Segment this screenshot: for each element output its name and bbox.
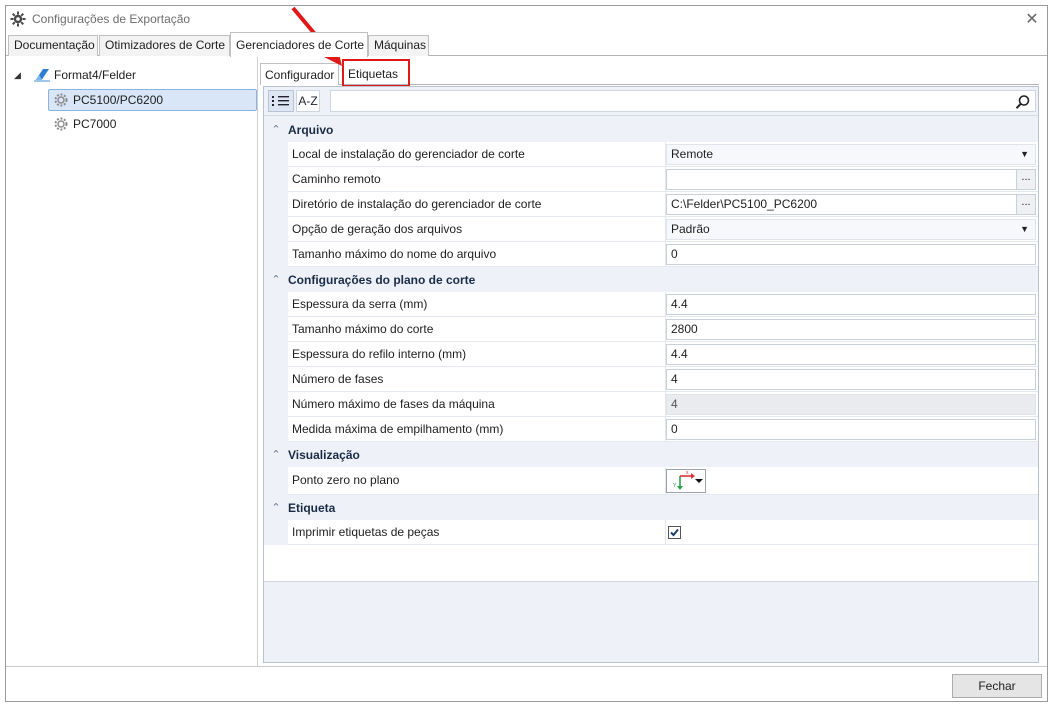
- settings-pane: Configurador Etiquetas A-Z ⌃ Arquivo Loc…: [258, 57, 1047, 666]
- property-row: Número máximo de fases da máquina 4: [264, 392, 1038, 417]
- property-row: Espessura do refilo interno (mm) 4.4: [264, 342, 1038, 367]
- machine-gear-icon: [54, 93, 68, 107]
- dropdown-arrow-icon[interactable]: ▼: [1020, 145, 1029, 164]
- chevron-up-icon[interactable]: ⌃: [264, 448, 288, 461]
- alphabetical-view-button[interactable]: A-Z: [296, 90, 320, 112]
- tab-gerenciadores-de-corte[interactable]: Gerenciadores de Corte: [230, 32, 368, 57]
- property-name: Tamanho máximo do nome do arquivo: [288, 242, 666, 267]
- property-name: Número máximo de fases da máquina: [288, 392, 666, 417]
- select-value: Padrão: [671, 222, 710, 236]
- property-row: Ponto zero no plano x Y: [264, 467, 1038, 495]
- install-directory-field[interactable]: C:\Felder\PC5100_PC6200...: [666, 194, 1036, 215]
- tree-node-pc5100-pc6200[interactable]: PC5100/PC6200: [48, 89, 257, 111]
- tree-node-label: PC7000: [73, 117, 117, 131]
- property-name: Tamanho máximo do corte: [288, 317, 666, 342]
- category-title: Etiqueta: [288, 500, 336, 515]
- property-name: Opção de geração dos arquivos: [288, 217, 666, 242]
- property-row: Imprimir etiquetas de peças: [264, 520, 1038, 545]
- grid-empty-area: [264, 545, 1038, 582]
- max-filename-length-field[interactable]: 0: [666, 244, 1036, 265]
- property-name: Medida máxima de empilhamento (mm): [288, 417, 666, 442]
- property-name: Espessura da serra (mm): [288, 292, 666, 317]
- highlight-annotation-box: [342, 59, 410, 87]
- format4-logo-icon: [34, 69, 50, 82]
- property-row: Diretório de instalação do gerenciador d…: [264, 192, 1038, 217]
- checkmark-icon: [670, 528, 679, 537]
- tab-maquinas[interactable]: Máquinas: [368, 35, 429, 56]
- max-machine-phases-field: 4: [666, 394, 1036, 415]
- property-row: Medida máxima de empilhamento (mm) 0: [264, 417, 1038, 442]
- chevron-up-icon[interactable]: ⌃: [264, 501, 288, 514]
- origin-point-select[interactable]: x Y: [666, 469, 706, 493]
- property-grid-toolbar: A-Z: [264, 87, 1038, 116]
- property-name: Local de instalação do gerenciador de co…: [288, 142, 666, 167]
- tab-documentacao[interactable]: Documentação: [8, 35, 98, 56]
- machine-tree: ◢ Format4/Felder PC5100/PC6200 PC7000: [6, 57, 258, 666]
- print-labels-checkbox[interactable]: [668, 526, 681, 539]
- property-name: Imprimir etiquetas de peças: [288, 520, 666, 545]
- file-generation-select[interactable]: Padrão ▼: [666, 219, 1036, 240]
- tree-node-format4-felder[interactable]: ◢ Format4/Felder: [14, 64, 136, 86]
- property-name: Caminho remoto: [288, 167, 666, 192]
- category-etiqueta[interactable]: ⌃ Etiqueta: [264, 495, 1038, 520]
- svg-text:x: x: [686, 470, 689, 476]
- property-search-input[interactable]: [330, 90, 1036, 112]
- property-row: Local de instalação do gerenciador de co…: [264, 142, 1038, 167]
- window-title: Configurações de Exportação: [32, 12, 191, 26]
- tab-otimizadores-de-corte[interactable]: Otimizadores de Corte: [99, 35, 230, 56]
- title-bar: Configurações de Exportação ✕: [6, 6, 1047, 32]
- search-icon[interactable]: [1015, 94, 1031, 110]
- origin-axis-icon: x Y: [673, 470, 703, 490]
- svg-text:Y: Y: [673, 483, 677, 489]
- inner-tab-strip: Configurador Etiquetas: [260, 59, 1039, 87]
- remote-path-field[interactable]: ...: [666, 169, 1036, 190]
- property-rows: ⌃ Arquivo Local de instalação do gerenci…: [264, 117, 1038, 582]
- property-name: Espessura do refilo interno (mm): [288, 342, 666, 367]
- dropdown-arrow-icon[interactable]: ▼: [1020, 220, 1029, 239]
- property-row: Opção de geração dos arquivos Padrão ▼: [264, 217, 1038, 242]
- property-row: Caminho remoto ...: [264, 167, 1038, 192]
- max-cut-size-field[interactable]: 2800: [666, 319, 1036, 340]
- tree-node-pc7000[interactable]: PC7000: [48, 113, 116, 135]
- property-row: Número de fases 4: [264, 367, 1038, 392]
- category-title: Configurações do plano de corte: [288, 272, 476, 287]
- close-button[interactable]: Fechar: [952, 674, 1042, 698]
- property-grid: A-Z ⌃ Arquivo Local de instalação do ger…: [263, 86, 1039, 663]
- browse-button[interactable]: ...: [1016, 195, 1035, 214]
- top-tab-strip: Documentação Otimizadores de Corte Geren…: [6, 32, 1047, 57]
- max-stacking-field[interactable]: 0: [666, 419, 1036, 440]
- chevron-up-icon[interactable]: ⌃: [264, 273, 288, 286]
- chevron-up-icon[interactable]: ⌃: [264, 123, 288, 136]
- property-name: Número de fases: [288, 367, 666, 392]
- category-arquivo[interactable]: ⌃ Arquivo: [264, 117, 1038, 142]
- property-row: Tamanho máximo do nome do arquivo 0: [264, 242, 1038, 267]
- browse-button[interactable]: ...: [1016, 170, 1035, 189]
- property-row: Tamanho máximo do corte 2800: [264, 317, 1038, 342]
- category-cutting-plan[interactable]: ⌃ Configurações do plano de corte: [264, 267, 1038, 292]
- category-title: Visualização: [288, 447, 360, 462]
- close-icon[interactable]: ✕: [1023, 10, 1041, 28]
- category-visualizacao[interactable]: ⌃ Visualização: [264, 442, 1038, 467]
- field-value: C:\Felder\PC5100_PC6200: [671, 197, 818, 211]
- phase-count-field[interactable]: 4: [666, 369, 1036, 390]
- property-name: Ponto zero no plano: [288, 467, 666, 495]
- categorized-view-button[interactable]: [268, 90, 294, 112]
- property-row: Espessura da serra (mm) 4.4: [264, 292, 1038, 317]
- machine-gear-icon: [54, 117, 68, 131]
- inner-trim-thickness-field[interactable]: 4.4: [666, 344, 1036, 365]
- gear-icon: [10, 11, 26, 27]
- install-location-select[interactable]: Remote ▼: [666, 144, 1036, 165]
- tab-configurador[interactable]: Configurador: [260, 63, 340, 85]
- dialog-footer: Fechar: [6, 666, 1047, 701]
- select-value: Remote: [671, 147, 714, 161]
- saw-thickness-field[interactable]: 4.4: [666, 294, 1036, 315]
- categorized-icon: [272, 96, 289, 106]
- export-settings-window: Configurações de Exportação ✕ Documentaç…: [5, 5, 1048, 702]
- category-title: Arquivo: [288, 122, 334, 137]
- tree-node-label: Format4/Felder: [54, 68, 137, 82]
- tree-node-label: PC5100/PC6200: [73, 93, 164, 107]
- property-name: Diretório de instalação do gerenciador d…: [288, 192, 666, 217]
- collapse-triangle-icon[interactable]: ◢: [14, 70, 24, 81]
